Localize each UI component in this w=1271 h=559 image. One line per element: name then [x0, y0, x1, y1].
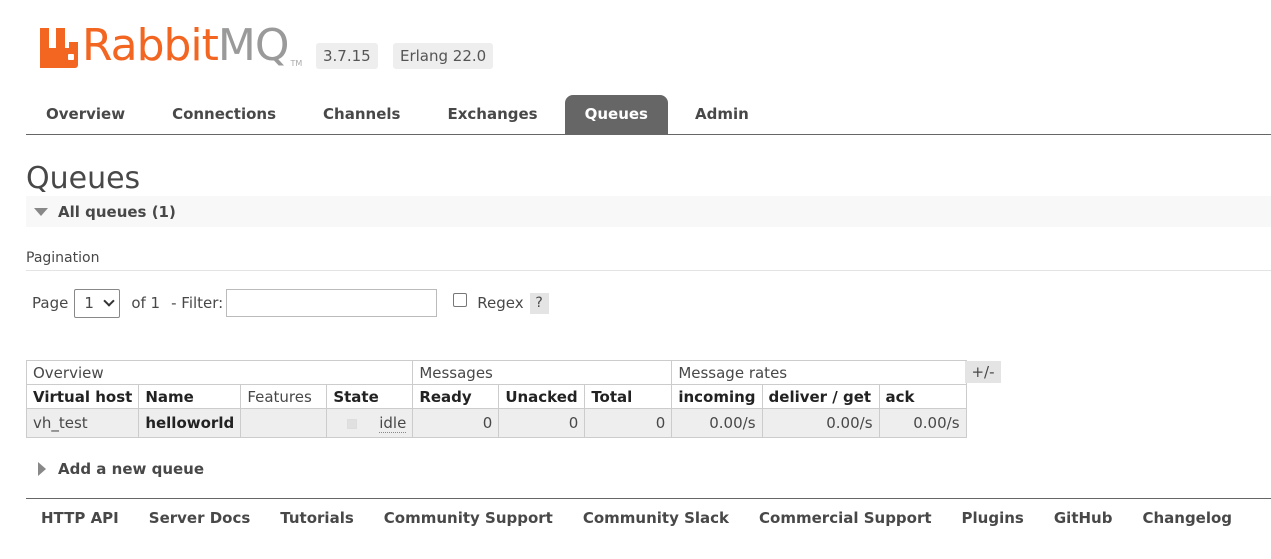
filter-input[interactable] [226, 289, 438, 317]
cell-deliver-get-rate: 0.00/s [761, 408, 880, 438]
tab-overview[interactable]: Overview [26, 95, 145, 134]
filter-label: - Filter: [171, 294, 224, 312]
group-header-overview: Overview [25, 360, 414, 385]
column-header-unacked[interactable]: Unacked [498, 384, 586, 409]
regex-help-button[interactable]: ? [529, 292, 549, 314]
add-queue-title: Add a new queue [58, 460, 205, 478]
cell-total: 0 [584, 408, 673, 438]
column-header-ack[interactable]: ack [878, 384, 967, 409]
regex-label: Regex [477, 294, 524, 312]
logo-wordmark-mq: MQ [217, 20, 290, 71]
column-toggle-button[interactable]: +/- [965, 361, 1001, 383]
cell-unacked: 0 [498, 408, 586, 438]
column-header-name[interactable]: Name [138, 384, 242, 409]
group-header-messages: Messages [412, 360, 673, 385]
rabbitmq-logo[interactable]: RabbitMQ TM [40, 18, 302, 68]
queues-table: Overview Messages Message rates Virtual … [25, 360, 967, 438]
version-badge: 3.7.15 [316, 43, 378, 69]
footer-links: HTTP API Server Docs Tutorials Community… [41, 509, 1262, 527]
cell-incoming-rate: 0.00/s [671, 408, 763, 438]
footer-link-commercial-support[interactable]: Commercial Support [759, 509, 932, 527]
logo-wordmark: RabbitMQ [82, 24, 290, 68]
footer-link-plugins[interactable]: Plugins [962, 509, 1024, 527]
cell-virtual-host: vh_test [25, 408, 140, 438]
footer-divider [26, 498, 1271, 499]
logo-trademark: TM [290, 59, 303, 68]
column-header-virtual-host[interactable]: Virtual host [25, 384, 140, 409]
footer-link-server-docs[interactable]: Server Docs [149, 509, 251, 527]
state-indicator-icon [347, 418, 358, 429]
pagination-divider [26, 270, 1271, 271]
tab-exchanges[interactable]: Exchanges [427, 95, 557, 134]
footer-link-github[interactable]: GitHub [1054, 509, 1113, 527]
footer-link-http-api[interactable]: HTTP API [41, 509, 119, 527]
table-row[interactable]: vh_test helloworld idle 0 0 0 0.00/s 0.0… [25, 408, 967, 438]
cell-features [240, 408, 328, 438]
tab-queues[interactable]: Queues [564, 95, 668, 134]
state-label: idle [379, 414, 407, 433]
collapse-arrow-icon [34, 207, 48, 216]
page-title: Queues [26, 161, 141, 196]
footer-link-community-support[interactable]: Community Support [384, 509, 553, 527]
footer-link-community-slack[interactable]: Community Slack [583, 509, 729, 527]
cell-ready: 0 [412, 408, 500, 438]
group-header-message-rates: Message rates [671, 360, 967, 385]
column-header-ready[interactable]: Ready [412, 384, 500, 409]
page-count-label: of 1 [131, 294, 161, 312]
page-select[interactable]: 1 [74, 288, 121, 318]
column-header-state[interactable]: State [326, 384, 414, 409]
cell-ack-rate: 0.00/s [878, 408, 967, 438]
page-select-value: 1 [84, 294, 94, 312]
add-queue-section-toggle[interactable]: Add a new queue [26, 458, 204, 480]
footer-link-tutorials[interactable]: Tutorials [280, 509, 353, 527]
tab-channels[interactable]: Channels [303, 95, 420, 134]
column-header-incoming[interactable]: incoming [671, 384, 763, 409]
page-label: Page [32, 294, 69, 312]
expand-arrow-icon [38, 462, 46, 476]
regex-checkbox[interactable] [453, 293, 468, 307]
queue-name-link[interactable]: helloworld [138, 408, 242, 438]
tab-connections[interactable]: Connections [152, 95, 296, 134]
all-queues-title: All queues (1) [58, 202, 176, 221]
tab-admin[interactable]: Admin [675, 95, 769, 134]
pagination-label: Pagination [26, 250, 100, 266]
rabbitmq-logo-icon [40, 24, 78, 68]
footer-link-changelog[interactable]: Changelog [1142, 509, 1232, 527]
chevron-down-icon [103, 295, 115, 307]
cell-state: idle [326, 408, 414, 438]
all-queues-section-toggle[interactable]: All queues (1) [26, 196, 1271, 227]
main-nav-tabs: Overview Connections Channels Exchanges … [26, 95, 1271, 135]
pagination-controls: Page 1 of 1 - Filter: Regex ? [32, 288, 549, 318]
column-header-deliver-get[interactable]: deliver / get [761, 384, 880, 409]
logo-wordmark-rabbit: Rabbit [82, 20, 219, 71]
column-header-features: Features [240, 384, 328, 409]
erlang-version-badge: Erlang 22.0 [393, 43, 494, 69]
column-header-total[interactable]: Total [584, 384, 673, 409]
